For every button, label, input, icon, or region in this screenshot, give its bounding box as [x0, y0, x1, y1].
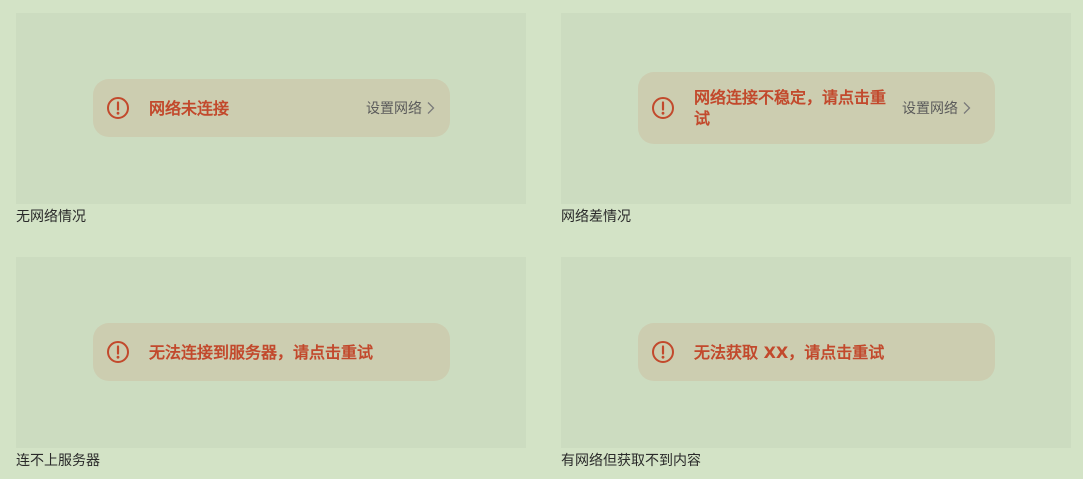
- alert-circle-icon: [107, 97, 129, 119]
- set-network-link[interactable]: 设置网络: [366, 98, 436, 118]
- caption-poor-network: 网络差情况: [561, 209, 631, 225]
- set-network-label: 设置网络: [366, 101, 422, 117]
- caption-server-unreachable: 连不上服务器: [16, 453, 100, 469]
- error-message: 无法获取 XX，请点击重试: [694, 342, 885, 362]
- error-message: 网络未连接: [149, 98, 230, 118]
- caption-content-unavailable: 有网络但获取不到内容: [561, 453, 701, 469]
- caption-no-network: 无网络情况: [16, 209, 86, 225]
- alert-circle-icon: [652, 97, 674, 119]
- state-preview-content-unavailable: 无法获取 XX，请点击重试: [561, 257, 1071, 448]
- alert-circle-icon: [107, 341, 129, 363]
- alert-circle-icon: [652, 341, 674, 363]
- set-network-link[interactable]: 设置网络: [902, 98, 972, 118]
- state-preview-poor-network: 网络连接不稳定，请点击重试 设置网络: [561, 13, 1071, 204]
- state-preview-server-unreachable: 无法连接到服务器，请点击重试: [16, 257, 526, 448]
- chevron-right-icon: [963, 102, 971, 114]
- error-message: 无法连接到服务器，请点击重试: [149, 342, 374, 362]
- error-message: 网络连接不稳定，请点击重试: [694, 88, 887, 128]
- error-toast[interactable]: 网络连接不稳定，请点击重试 设置网络: [638, 72, 995, 144]
- error-toast[interactable]: 无法连接到服务器，请点击重试: [93, 323, 450, 381]
- state-preview-no-network: 网络未连接 设置网络: [16, 13, 526, 204]
- set-network-label: 设置网络: [902, 101, 958, 117]
- chevron-right-icon: [427, 102, 435, 114]
- error-toast[interactable]: 无法获取 XX，请点击重试: [638, 323, 995, 381]
- network-states-board: 网络未连接 设置网络 无网络情况 网络连接不稳定，请点击重试 设置网络 网络差情…: [0, 0, 1083, 479]
- error-toast[interactable]: 网络未连接 设置网络: [93, 79, 450, 137]
